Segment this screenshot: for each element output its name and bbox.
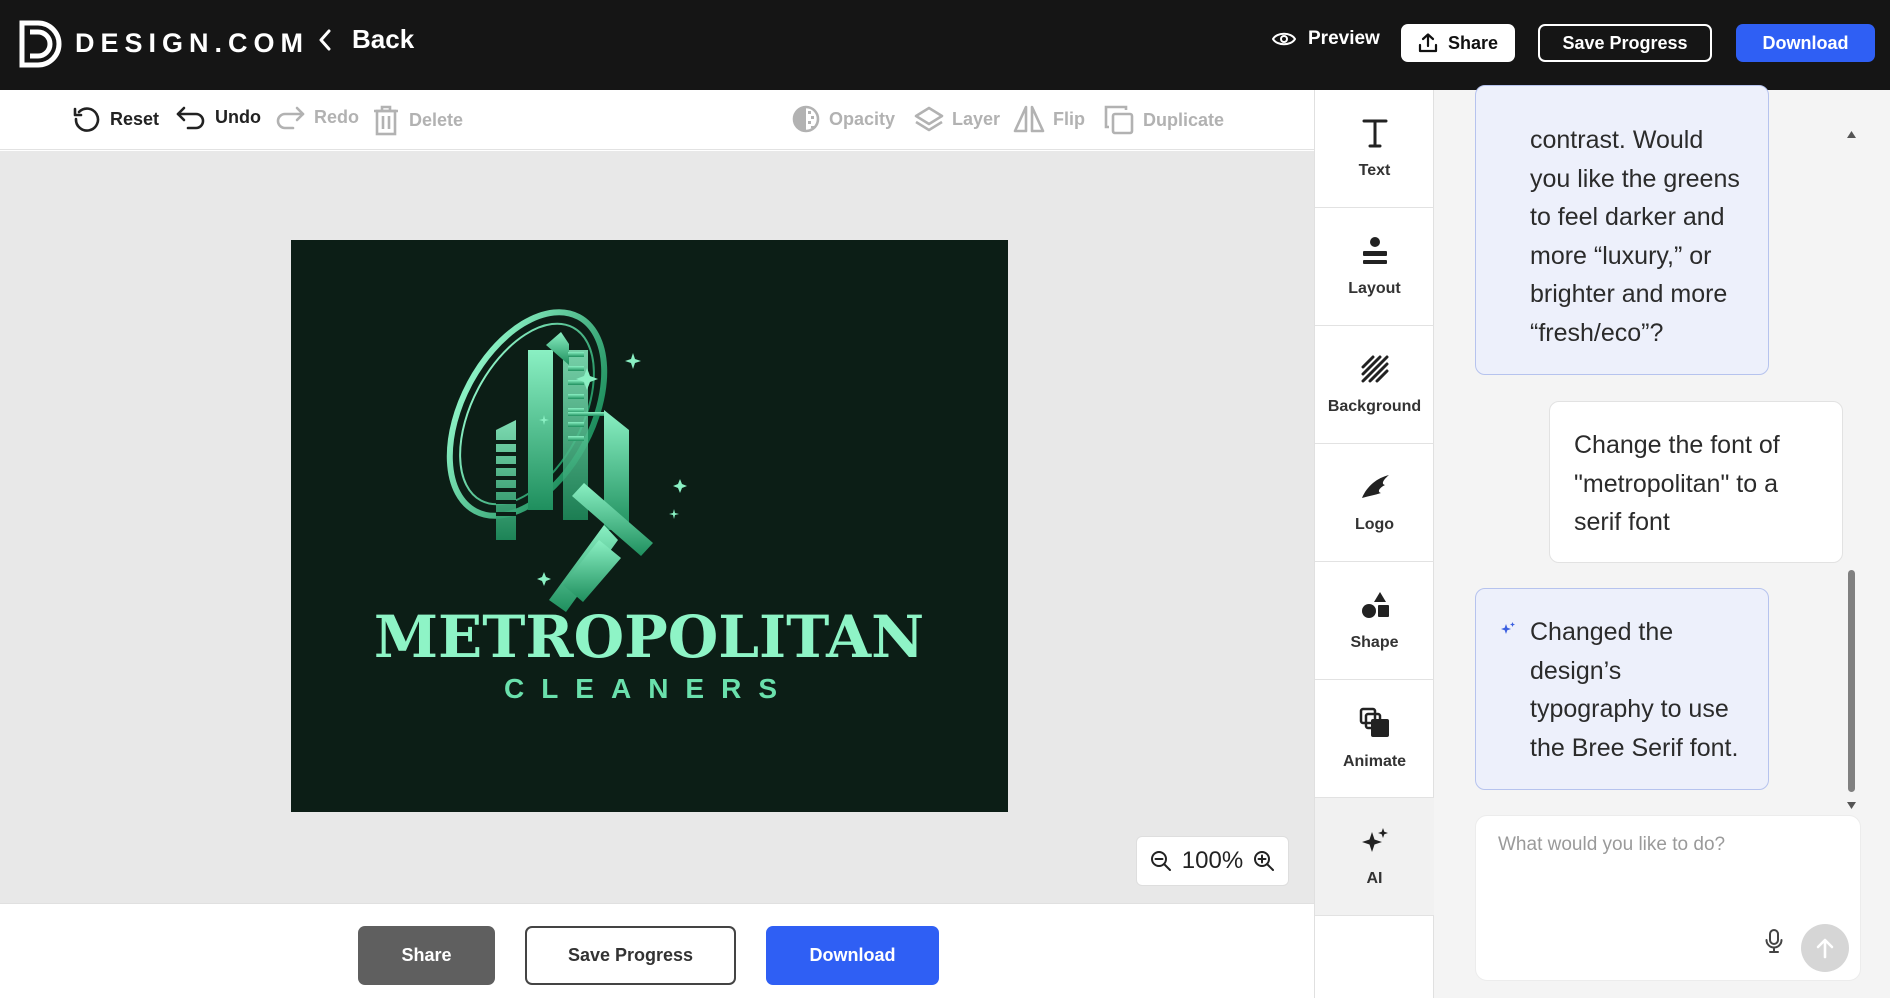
microphone-icon[interactable] xyxy=(1765,929,1783,953)
edit-toolbar: Reset Undo Redo Delete Opacity Layer Fli… xyxy=(0,90,1314,150)
eye-icon xyxy=(1272,32,1296,46)
rail-item-text[interactable]: Text xyxy=(1315,90,1434,208)
preview-button[interactable]: Preview xyxy=(1272,28,1380,50)
logo-subtitle[interactable]: CLEANERS xyxy=(504,673,794,704)
logo-title[interactable]: METROPOLITAN xyxy=(374,603,924,671)
layer-label: Layer xyxy=(952,108,1001,129)
rail-label-background: Background xyxy=(1327,397,1422,415)
duplicate-label: Duplicate xyxy=(1143,109,1225,130)
bottom-action-bar: Share Save Progress Download xyxy=(0,903,1314,998)
rail-item-shape[interactable]: Shape xyxy=(1315,562,1434,680)
delete-label: Delete xyxy=(409,109,464,130)
chat-scrollbar[interactable] xyxy=(1844,128,1858,814)
share-label: Share xyxy=(1447,32,1499,53)
share-button[interactable]: Share xyxy=(1401,24,1515,62)
download-button[interactable]: Download xyxy=(1736,24,1875,62)
undo-button[interactable]: Undo xyxy=(175,104,261,130)
rail-item-animate[interactable]: Animate xyxy=(1315,680,1434,798)
chat-composer xyxy=(1475,815,1861,981)
opacity-label: Opacity xyxy=(829,108,896,129)
bottom-download-button[interactable]: Download xyxy=(766,926,939,985)
chat-message-user: Change the font of "metropolitan" to a s… xyxy=(1549,401,1843,563)
tool-rail: Text Layout Background Logo Shape Animat… xyxy=(1314,90,1434,998)
flip-icon xyxy=(1013,105,1045,133)
chat-message-assistant: Changed the design’s typography to use t… xyxy=(1475,588,1769,790)
ai-sparkle-icon xyxy=(1361,827,1388,852)
back-label: Back xyxy=(352,24,415,54)
chat-input[interactable] xyxy=(1498,834,1838,856)
layout-icon xyxy=(1362,236,1387,264)
flip-label: Flip xyxy=(1053,108,1085,129)
scroll-down-icon[interactable] xyxy=(1846,801,1857,810)
rail-label-ai: AI xyxy=(1366,869,1383,887)
scrollbar-thumb[interactable] xyxy=(1848,570,1855,792)
opacity-icon xyxy=(792,105,820,133)
logo-design[interactable]: METROPOLITAN CLEANERS xyxy=(291,240,1008,812)
text-icon xyxy=(1362,119,1387,147)
undo-icon xyxy=(176,106,205,130)
bottom-share-button[interactable]: Share xyxy=(358,926,495,985)
zoom-level: 100% xyxy=(1181,847,1244,874)
preview-label: Preview xyxy=(1308,28,1380,49)
delete-button[interactable]: Delete xyxy=(371,104,463,136)
flip-button[interactable]: Flip xyxy=(1013,104,1085,134)
back-button[interactable]: Back xyxy=(318,24,414,55)
undo-label: Undo xyxy=(215,106,261,127)
rail-label-layout: Layout xyxy=(1348,279,1401,297)
zoom-control: 100% xyxy=(1136,836,1289,886)
rail-label-shape: Shape xyxy=(1350,633,1399,651)
save-progress-button[interactable]: Save Progress xyxy=(1538,24,1712,62)
rail-item-background[interactable]: Background xyxy=(1315,326,1434,444)
trash-icon xyxy=(374,105,398,136)
upload-icon xyxy=(1418,33,1438,53)
zoom-out-icon[interactable] xyxy=(1150,850,1172,872)
top-bar: DESIGN.COM Back Preview Share Save Progr… xyxy=(0,0,1890,90)
reset-icon xyxy=(73,107,100,132)
logo-icon xyxy=(1361,474,1389,498)
redo-label: Redo xyxy=(314,106,359,127)
ai-sparkle-icon xyxy=(1501,622,1515,634)
rail-item-ai[interactable]: AI xyxy=(1315,798,1434,916)
arrow-up-icon xyxy=(1816,938,1834,959)
duplicate-button[interactable]: Duplicate xyxy=(1103,104,1224,136)
design-com-logo[interactable] xyxy=(18,19,62,69)
opacity-button[interactable]: Opacity xyxy=(791,104,895,134)
animate-icon xyxy=(1359,707,1389,737)
scroll-up-icon[interactable] xyxy=(1846,130,1857,139)
redo-button[interactable]: Redo xyxy=(274,104,359,130)
building-emblem-icon xyxy=(446,309,687,612)
redo-icon xyxy=(276,106,305,130)
layer-button[interactable]: Layer xyxy=(914,104,1000,134)
duplicate-icon xyxy=(1104,105,1134,135)
layers-icon xyxy=(914,106,944,132)
brand-name: DESIGN.COM xyxy=(75,28,310,58)
bottom-save-progress-button[interactable]: Save Progress xyxy=(525,926,736,985)
shape-icon xyxy=(1361,591,1389,618)
rail-label-logo: Logo xyxy=(1354,515,1395,533)
reset-label: Reset xyxy=(110,108,160,129)
chevron-left-icon xyxy=(319,29,331,50)
rail-item-layout[interactable]: Layout xyxy=(1315,208,1434,326)
rail-label-animate: Animate xyxy=(1342,752,1407,770)
rail-label-text: Text xyxy=(1358,161,1391,179)
reset-button[interactable]: Reset xyxy=(72,104,159,134)
background-icon xyxy=(1361,355,1388,382)
send-button[interactable] xyxy=(1801,924,1849,972)
rail-item-logo[interactable]: Logo xyxy=(1315,444,1434,562)
zoom-in-icon[interactable] xyxy=(1253,850,1275,872)
design-artboard[interactable]: METROPOLITAN CLEANERS xyxy=(291,240,1008,812)
chat-message-assistant: contrast. Would you like the greens to f… xyxy=(1475,85,1769,375)
